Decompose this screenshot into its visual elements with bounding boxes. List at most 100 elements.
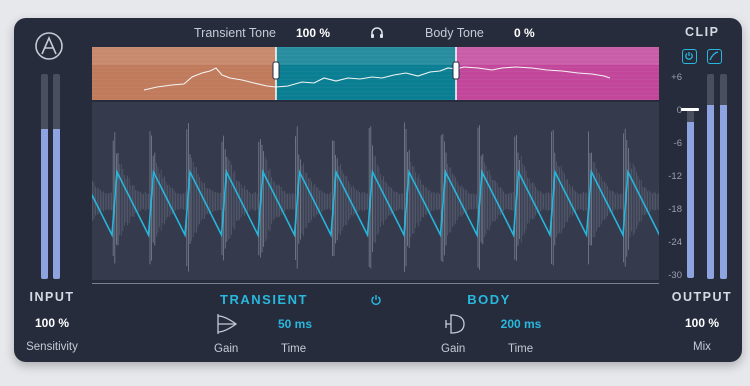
waveform-bar: [648, 190, 650, 213]
transient-gain-icon[interactable]: [215, 312, 239, 336]
waveform-bar: [160, 169, 162, 231]
clip-power-button[interactable]: [682, 49, 697, 64]
headphones-icon[interactable]: [370, 26, 384, 39]
clip-threshold-handle[interactable]: [681, 108, 699, 111]
waveform-bar: [375, 156, 376, 243]
waveform-bar: [357, 190, 359, 213]
tone-band-display[interactable]: [92, 47, 659, 100]
waveform-bar: [109, 192, 111, 211]
waveform-bar: [623, 133, 624, 263]
sensitivity-label: Sensitivity: [26, 341, 78, 353]
mix-value[interactable]: 100 %: [662, 316, 742, 330]
clip-curve-button[interactable]: [707, 49, 722, 64]
clip-meter-fill: [687, 121, 694, 278]
waveform-bar: [148, 193, 149, 210]
waveform-bar: [266, 159, 268, 240]
waveform-bar: [189, 154, 191, 244]
waveform-bar: [186, 129, 188, 266]
body-gain-icon[interactable]: [443, 312, 467, 336]
output-label: OUTPUT: [671, 290, 733, 304]
waveform-bar: [540, 191, 541, 212]
sensitivity-value[interactable]: 100 %: [14, 316, 90, 330]
waveform-bar: [308, 178, 309, 223]
waveform-bar: [192, 162, 194, 238]
body-time-value[interactable]: 200 ms: [490, 317, 552, 331]
waveform-bar: [111, 192, 112, 211]
waveform-bar: [644, 187, 645, 215]
waveform-bar: [124, 175, 125, 226]
waveform-bar: [247, 189, 248, 213]
waveform-bar: [431, 192, 432, 211]
waveform-bar: [399, 194, 400, 209]
waveform-bar: [212, 190, 213, 213]
body-time-text: 200 ms: [500, 317, 542, 331]
waveform-bar: [232, 172, 234, 228]
waveform-bar: [421, 184, 423, 218]
waveform-bar: [548, 192, 549, 211]
waveform-bar: [274, 182, 276, 219]
waveform-bar: [213, 191, 215, 211]
waveform-bar: [335, 154, 336, 244]
transient-time-text: 50 ms: [277, 317, 313, 331]
waveform-bar: [316, 187, 317, 216]
waveform-bar: [325, 193, 327, 210]
waveform-bar: [303, 163, 304, 237]
transient-time-value[interactable]: 50 ms: [268, 317, 322, 331]
waveform-bar: [389, 186, 391, 216]
waveform-bar: [271, 177, 272, 224]
waveform-bar: [653, 192, 655, 211]
waveform-bar: [632, 163, 634, 236]
waveform-bar: [141, 193, 143, 210]
body-tone-value[interactable]: 0 %: [514, 26, 535, 40]
clip-scale-tick: -6: [673, 138, 682, 149]
body-split-handle[interactable]: [452, 61, 460, 80]
waveform-bar: [125, 179, 127, 223]
waveform-bar: [306, 173, 308, 228]
clip-scale-tick: -12: [668, 171, 682, 182]
waveform-bar: [216, 192, 218, 211]
waveform-bar: [645, 187, 647, 215]
clip-scale-tick: -18: [668, 204, 682, 215]
waveform-bar: [658, 192, 659, 211]
clip-scale-tick: +6: [671, 72, 682, 83]
waveform-bar: [237, 180, 239, 221]
waveform-bar: [165, 181, 167, 220]
waveform-bar: [432, 192, 434, 211]
waveform-bar: [580, 193, 581, 210]
power-icon[interactable]: [370, 294, 382, 306]
waveform-bar: [404, 122, 405, 273]
waveform-bar: [103, 191, 104, 212]
waveform-bar: [143, 194, 144, 209]
waveform-bar: [426, 187, 428, 215]
waveform-bar: [538, 190, 540, 212]
waveform-bar: [202, 183, 204, 219]
transient-gain-label: Gain: [214, 343, 239, 355]
output-meter-right-fill: [720, 104, 727, 279]
transient-split-handle[interactable]: [272, 61, 280, 80]
waveform-bar: [477, 127, 479, 268]
input-meter-right: [53, 74, 60, 279]
waveform-bar: [117, 152, 119, 246]
waveform-bar: [565, 179, 567, 222]
waveform-bar: [591, 152, 592, 246]
body-tone-label: Body Tone: [425, 26, 484, 40]
waveform-bar: [256, 193, 258, 210]
waveform-bar: [544, 193, 546, 210]
waveform-bar: [373, 156, 375, 243]
waveform-bar: [620, 194, 621, 209]
waveform-bar: [652, 193, 653, 210]
waveform-bar: [471, 193, 472, 210]
waveform-bar: [149, 131, 151, 265]
transient-tone-value[interactable]: 100 %: [296, 26, 330, 40]
waveform-bar: [183, 193, 184, 210]
mix-label: Mix: [693, 341, 711, 353]
waveform-bar: [221, 141, 223, 256]
waveform-bar: [364, 192, 365, 211]
waveform-bar: [346, 176, 348, 225]
waveform-bar: [512, 192, 514, 211]
waveform-bar: [528, 178, 530, 224]
transient-tone-label: Transient Tone: [194, 26, 276, 40]
transient-title: TRANSIENT: [210, 292, 318, 307]
waveform-bar: [332, 140, 333, 257]
waveform-bar: [586, 192, 588, 210]
